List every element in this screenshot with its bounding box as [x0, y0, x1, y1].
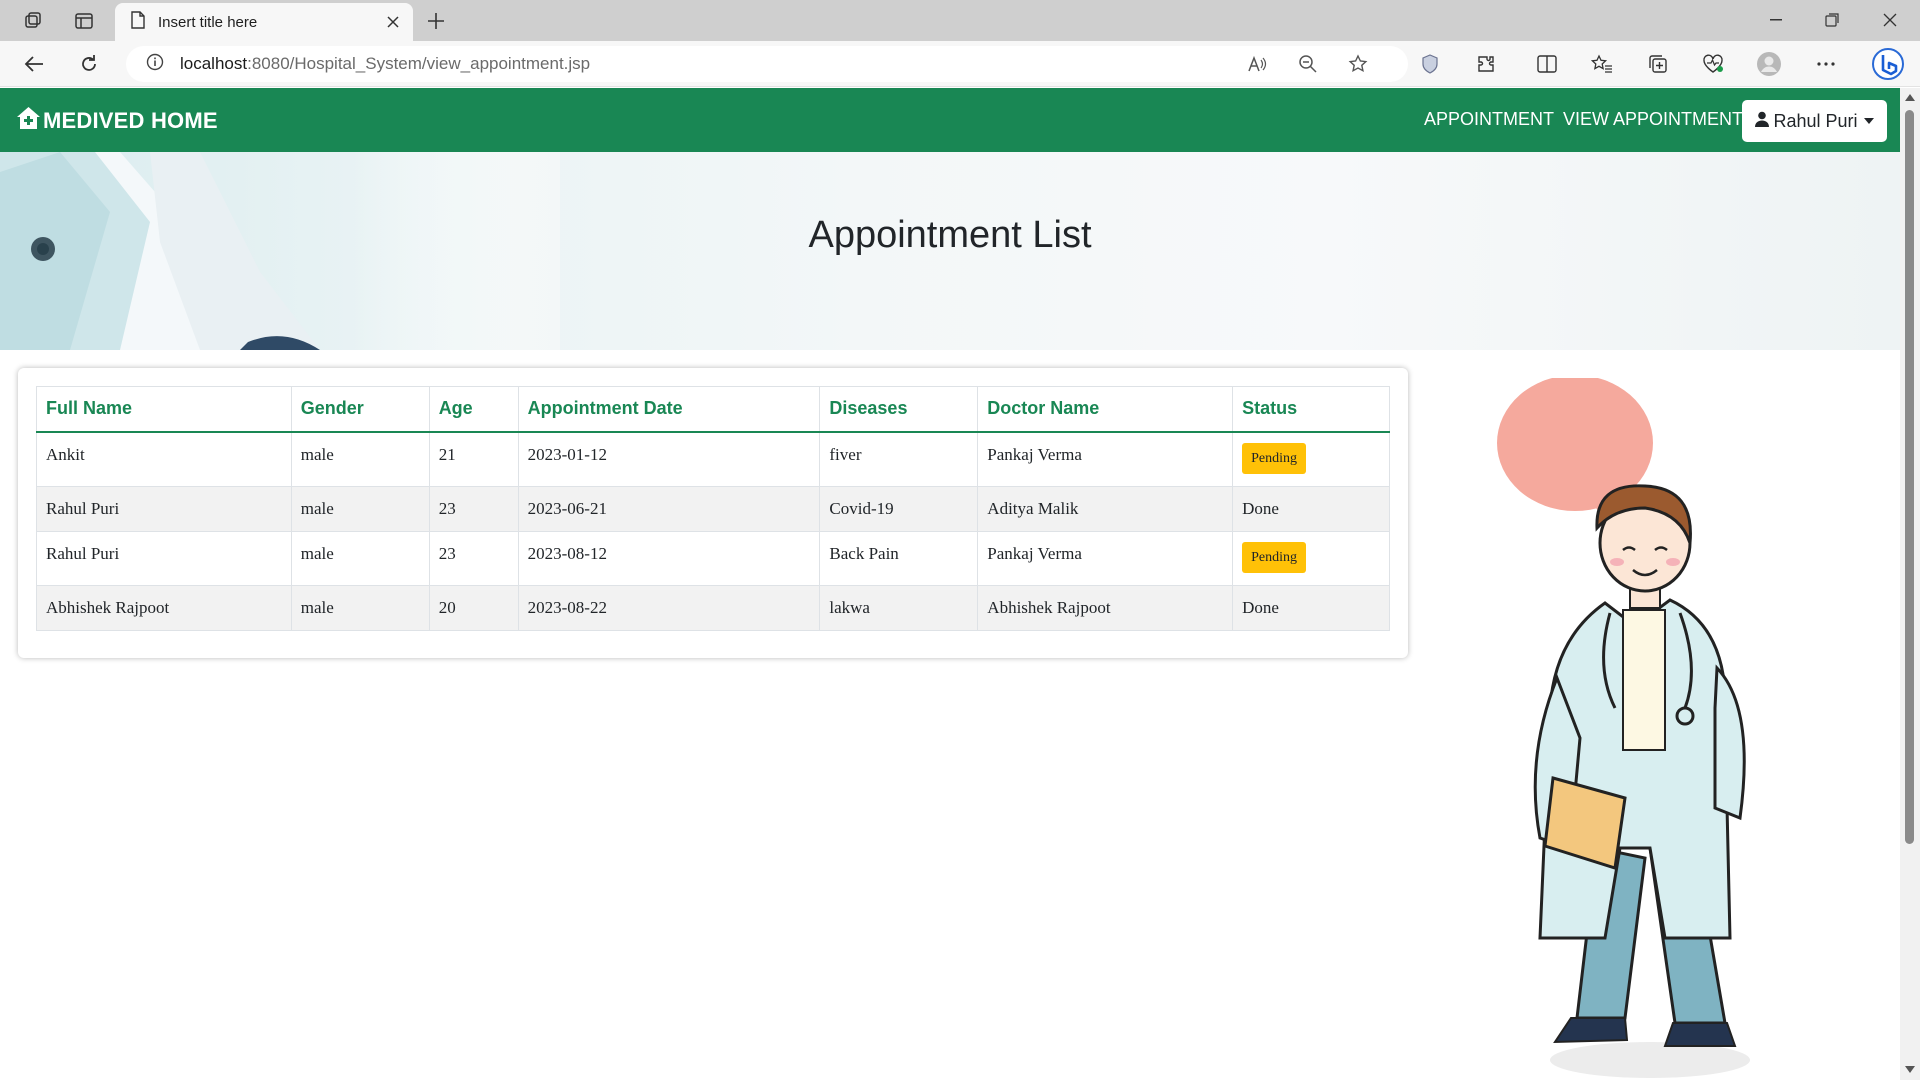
- table-row: Abhishek Rajpoot male 20 2023-08-22 lakw…: [36, 585, 1390, 631]
- workspaces-icon[interactable]: [16, 6, 50, 36]
- scroll-down-icon[interactable]: [1904, 1064, 1916, 1074]
- split-screen-icon[interactable]: [1529, 48, 1565, 80]
- page-icon: [130, 10, 146, 34]
- cell-appointment-date: 2023-01-12: [517, 431, 821, 487]
- cell-status: Done: [1232, 486, 1390, 532]
- header-appointment-date: Appointment Date: [517, 386, 821, 433]
- browser-tab-strip: Insert title here: [0, 0, 1920, 41]
- cell-diseases: Back Pain: [819, 531, 979, 586]
- table-row: Rahul Puri male 23 2023-06-21 Covid-19 A…: [36, 486, 1390, 532]
- appointment-card: Full Name Gender Age Appointment Date Di…: [18, 368, 1408, 658]
- url-text: localhost:8080/Hospital_System/view_appo…: [180, 54, 590, 74]
- cell-appointment-date: 2023-06-21: [517, 486, 821, 532]
- close-tab-icon[interactable]: [379, 8, 407, 36]
- favorites-icon[interactable]: [1584, 48, 1620, 80]
- header-doctor-name: Doctor Name: [977, 386, 1234, 433]
- nav-appointment-link[interactable]: APPOINTMENT: [1424, 109, 1554, 130]
- url-host: localhost: [180, 54, 248, 73]
- tab-actions-icon[interactable]: [67, 6, 101, 36]
- table-row: Ankit male 21 2023-01-12 fiver Pankaj Ve…: [36, 431, 1390, 487]
- cell-doctor-name: Pankaj Verma: [977, 431, 1234, 487]
- chevron-down-icon: [1863, 118, 1874, 124]
- cell-age: 23: [428, 531, 519, 586]
- browser-toolbar: localhost:8080/Hospital_System/view_appo…: [0, 41, 1920, 87]
- profile-avatar-icon[interactable]: [1751, 48, 1787, 80]
- cell-full-name: Rahul Puri: [36, 486, 292, 532]
- cell-gender: male: [290, 431, 430, 487]
- table-row: Rahul Puri male 23 2023-08-12 Back Pain …: [36, 531, 1390, 586]
- cell-full-name: Ankit: [36, 431, 292, 487]
- brand-link[interactable]: MEDIVED HOME: [14, 106, 218, 136]
- restore-icon[interactable]: [1804, 0, 1860, 40]
- cell-full-name: Rahul Puri: [36, 531, 292, 586]
- url-path: :8080/Hospital_System/view_appointment.j…: [247, 54, 591, 73]
- cell-full-name: Abhishek Rajpoot: [36, 585, 292, 631]
- cell-gender: male: [290, 585, 430, 631]
- cell-diseases: lakwa: [819, 585, 979, 631]
- cell-appointment-date: 2023-08-22: [517, 585, 821, 631]
- cell-age: 23: [428, 486, 519, 532]
- hero-banner: Appointment List: [0, 152, 1900, 350]
- cell-doctor-name: Aditya Malik: [977, 486, 1234, 532]
- status-badge: Pending: [1242, 542, 1306, 573]
- cell-status: Done: [1232, 585, 1390, 631]
- vertical-scrollbar[interactable]: [1900, 88, 1920, 1080]
- cell-status: Pending: [1232, 531, 1390, 586]
- user-dropdown-button[interactable]: Rahul Puri: [1742, 100, 1887, 142]
- doctor-illustration: [1497, 378, 1750, 1078]
- scroll-up-icon[interactable]: [1904, 92, 1916, 102]
- new-tab-icon[interactable]: [420, 6, 452, 36]
- page-title: Appointment List: [808, 214, 1092, 256]
- header-diseases: Diseases: [819, 386, 979, 433]
- browser-tab[interactable]: Insert title here: [115, 3, 413, 41]
- browser-essentials-icon[interactable]: [1695, 48, 1731, 80]
- collections-icon[interactable]: [1640, 48, 1676, 80]
- cell-diseases: fiver: [819, 431, 979, 487]
- cell-diseases: Covid-19: [819, 486, 979, 532]
- copilot-icon[interactable]: [1868, 45, 1908, 83]
- page-viewport: MEDIVED HOME APPOINTMENT VIEW APPOINTMEN…: [0, 88, 1900, 1080]
- site-info-icon[interactable]: [146, 53, 164, 76]
- extensions-icon[interactable]: [1468, 48, 1504, 80]
- cell-age: 20: [428, 585, 519, 631]
- cell-gender: male: [290, 486, 430, 532]
- shield-icon[interactable]: [1412, 48, 1448, 80]
- address-bar[interactable]: localhost:8080/Hospital_System/view_appo…: [126, 46, 1408, 82]
- back-icon[interactable]: [16, 47, 52, 81]
- read-aloud-icon[interactable]: [1242, 50, 1272, 78]
- cell-gender: male: [290, 531, 430, 586]
- favorite-star-icon[interactable]: [1343, 50, 1373, 78]
- user-name: Rahul Puri: [1773, 110, 1858, 131]
- header-full-name: Full Name: [36, 386, 292, 433]
- cell-appointment-date: 2023-08-12: [517, 531, 821, 586]
- zoom-out-icon[interactable]: [1293, 50, 1323, 78]
- scrollbar-thumb[interactable]: [1905, 110, 1914, 844]
- nav-view-appointment-link[interactable]: VIEW APPOINTMENT: [1563, 109, 1743, 130]
- tab-title: Insert title here: [158, 13, 258, 31]
- cell-doctor-name: Abhishek Rajpoot: [977, 585, 1234, 631]
- minimize-icon[interactable]: [1748, 0, 1804, 40]
- cell-age: 21: [428, 431, 519, 487]
- cell-status: Pending: [1232, 431, 1390, 487]
- header-status: Status: [1232, 386, 1390, 433]
- status-badge: Pending: [1242, 442, 1306, 474]
- header-age: Age: [428, 386, 519, 433]
- table-header-row: Full Name Gender Age Appointment Date Di…: [36, 386, 1390, 433]
- header-gender: Gender: [290, 386, 430, 433]
- refresh-icon[interactable]: [71, 47, 107, 81]
- user-icon: [1755, 111, 1770, 132]
- house-medical-icon: [16, 106, 41, 136]
- more-options-icon[interactable]: [1808, 48, 1844, 80]
- site-navbar: MEDIVED HOME APPOINTMENT VIEW APPOINTMEN…: [0, 88, 1900, 152]
- cell-doctor-name: Pankaj Verma: [977, 531, 1234, 586]
- close-window-icon[interactable]: [1862, 0, 1918, 40]
- brand-text: MEDIVED HOME: [43, 108, 218, 133]
- appointment-table: Full Name Gender Age Appointment Date Di…: [36, 386, 1390, 631]
